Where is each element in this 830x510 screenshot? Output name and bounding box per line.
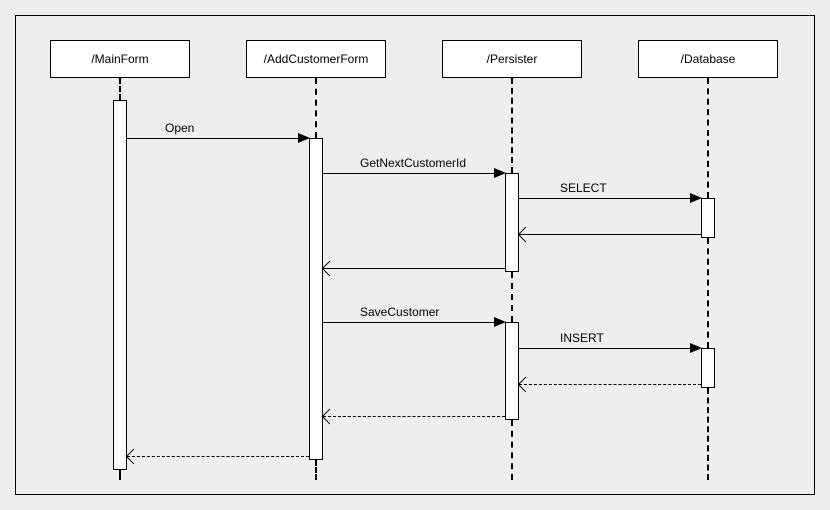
activation-persister-1 (505, 173, 519, 272)
msg-getnextid (323, 173, 495, 174)
msg-getnextid-return (323, 268, 505, 269)
arrowhead-icon (690, 193, 702, 203)
lifeline-label: /AddCustomerForm (264, 52, 369, 66)
lifeline-addcustomerform: /AddCustomerForm (246, 40, 386, 78)
activation-mainform (113, 100, 127, 470)
lifeline-persister: /Persister (442, 40, 582, 78)
activation-database-1 (701, 198, 715, 238)
lifeline-dash (315, 460, 317, 480)
msg-open (127, 138, 299, 139)
lifeline-dash (511, 272, 513, 322)
msg-insert (519, 348, 691, 349)
lifeline-label: /Persister (487, 52, 538, 66)
arrowhead-icon (494, 317, 506, 327)
msg-save-return (323, 416, 505, 417)
msg-select-return (519, 234, 701, 235)
lifeline-dash (511, 78, 513, 173)
lifeline-dash (315, 78, 317, 138)
arrowhead-icon (690, 343, 702, 353)
activation-database-2 (701, 348, 715, 388)
msg-label-insert: INSERT (560, 331, 604, 345)
diagram-frame (15, 15, 815, 495)
msg-savecustomer (323, 322, 495, 323)
arrowhead-icon (494, 168, 506, 178)
msg-label-open: Open (165, 121, 194, 135)
msg-label-getnextid: GetNextCustomerId (360, 156, 466, 170)
lifeline-database: /Database (638, 40, 778, 78)
lifeline-dash (707, 78, 709, 198)
arrowhead-icon (298, 133, 310, 143)
msg-label-savecustomer: SaveCustomer (360, 305, 439, 319)
lifeline-dash (707, 388, 709, 480)
lifeline-dash (707, 238, 709, 348)
activation-persister-2 (505, 322, 519, 420)
lifeline-label: /Database (681, 52, 736, 66)
lifeline-mainform: /MainForm (50, 40, 190, 78)
sequence-diagram: /MainForm /AddCustomerForm /Persister /D… (0, 0, 830, 510)
msg-label-select: SELECT (560, 181, 607, 195)
lifeline-dash (119, 470, 121, 480)
msg-open-return (127, 456, 309, 457)
lifeline-dash (511, 420, 513, 480)
lifeline-label: /MainForm (91, 52, 148, 66)
activation-addcustomerform (309, 138, 323, 460)
msg-select (519, 198, 691, 199)
lifeline-dash (119, 78, 121, 100)
msg-insert-return (519, 384, 701, 385)
